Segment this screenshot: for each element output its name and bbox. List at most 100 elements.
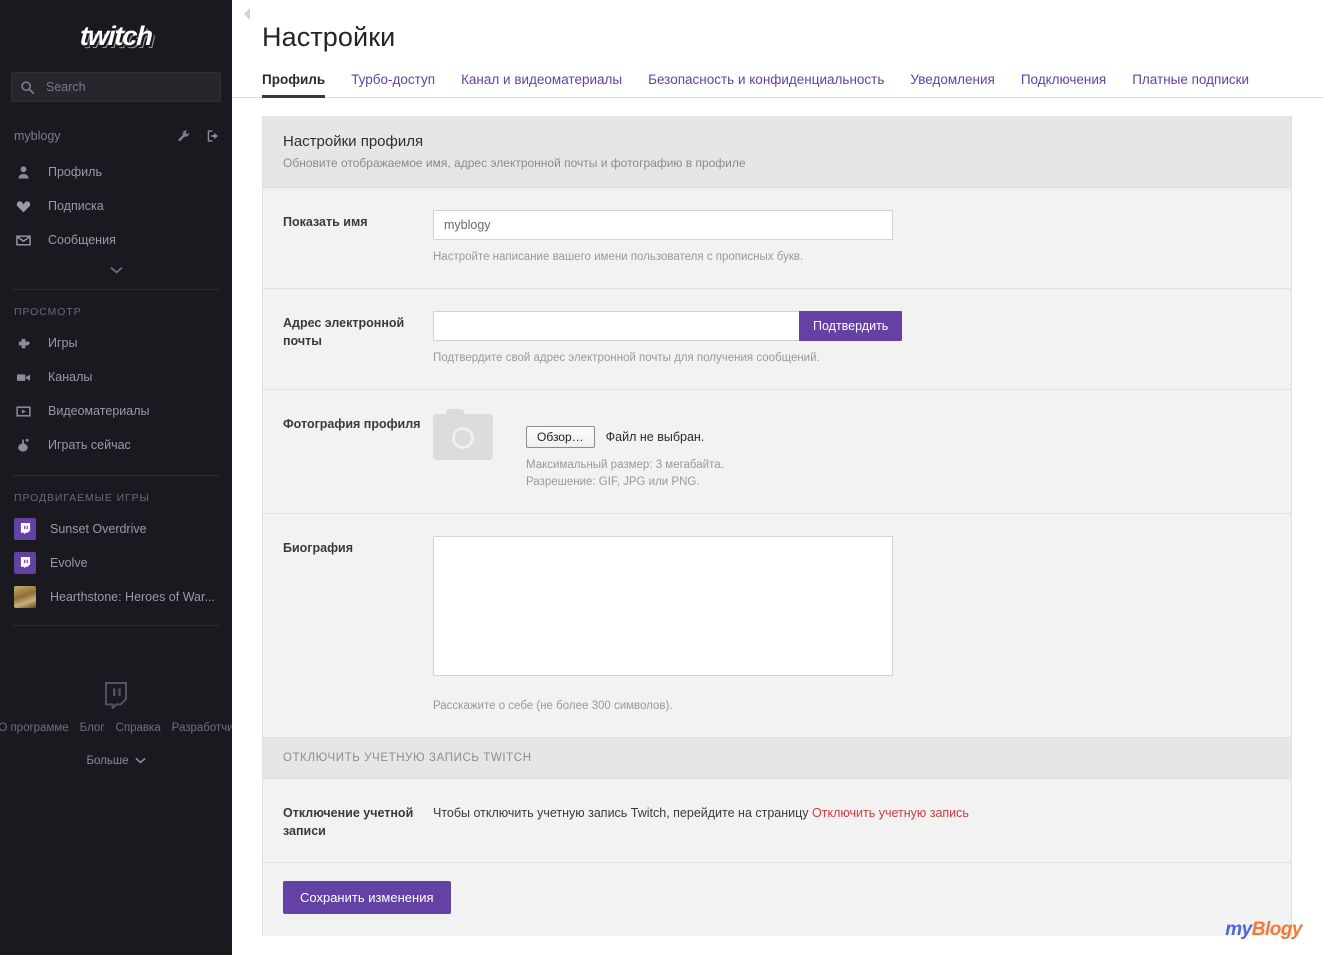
row-profile-photo: Фотография профиля Обзор… Файл не выбран… xyxy=(263,390,1291,514)
wrench-icon[interactable] xyxy=(177,129,191,143)
list-item[interactable]: Hearthstone: Heroes of War... xyxy=(0,580,232,614)
sidebar-item-label: Сообщения xyxy=(48,233,116,247)
tab-connections[interactable]: Подключения xyxy=(1021,72,1106,98)
collapse-left-arrow-icon[interactable] xyxy=(241,6,253,22)
game-label: Hearthstone: Heroes of War... xyxy=(50,590,215,604)
featured-games-list: Sunset Overdrive Evolve Hearthstone: Her… xyxy=(0,512,232,614)
tab-notifications[interactable]: Уведомления xyxy=(910,72,994,98)
display-name-input[interactable] xyxy=(433,210,893,240)
sidebar-item-label: Видеоматериалы xyxy=(48,404,150,418)
profile-photo-label: Фотография профиля xyxy=(283,417,421,431)
email-field[interactable] xyxy=(433,311,799,341)
list-item[interactable]: Sunset Overdrive xyxy=(0,512,232,546)
tab-profile[interactable]: Профиль xyxy=(262,72,326,98)
display-name-label: Показать имя xyxy=(283,215,368,229)
bio-label: Биография xyxy=(283,541,354,555)
sidebar-item-videos[interactable]: Видеоматериалы xyxy=(0,394,232,428)
settings-tabs: Профиль Турбо-доступ Канал и видеоматери… xyxy=(232,67,1324,98)
panel-subheading: Обновите отображаемое имя, адрес электро… xyxy=(283,156,746,170)
footer-link-developers[interactable]: Разработчи xyxy=(172,722,232,734)
browse-section-title: ПРОСМОТР xyxy=(14,306,82,318)
sidebar-item-channels[interactable]: Каналы xyxy=(0,360,232,394)
watermark-part2: Blogy xyxy=(1251,919,1303,940)
sidebar-item-profile[interactable]: Профиль xyxy=(0,155,232,189)
search-input[interactable] xyxy=(44,79,212,95)
bio-textarea[interactable] xyxy=(433,536,893,676)
sidebar-item-label: Каналы xyxy=(48,370,93,384)
confirm-email-button[interactable]: Подтвердить xyxy=(799,311,903,341)
search-icon xyxy=(20,80,35,95)
camera-placeholder-icon xyxy=(433,409,493,460)
camera-bump xyxy=(446,409,464,417)
footer-links: О программе Блог Справка Разработчи xyxy=(0,722,232,734)
envelope-icon xyxy=(14,231,32,249)
panel-header: Настройки профиля Обновите отображаемое … xyxy=(263,117,1291,188)
tab-security-and-privacy[interactable]: Безопасность и конфиденциальность xyxy=(648,72,884,98)
sidebar-item-label: Подписка xyxy=(48,199,104,213)
twitch-logo[interactable]: twitch xyxy=(0,0,232,72)
sidebar-item-messages[interactable]: Сообщения xyxy=(0,223,232,257)
footer-more-button[interactable]: Больше xyxy=(0,755,232,767)
main-content: Настройки Профиль Турбо-доступ Канал и в… xyxy=(232,0,1324,955)
email-hint: Подтвердите свой адрес электронной почты… xyxy=(433,352,820,364)
twitch-glitch-icon xyxy=(0,682,232,709)
tab-channel-and-videos[interactable]: Канал и видеоматериалы xyxy=(461,72,622,98)
disable-account-link[interactable]: Отключить учетную запись xyxy=(812,806,969,820)
sidebar-item-label: Профиль xyxy=(48,165,102,179)
sidebar-item-games[interactable]: Игры xyxy=(0,326,232,360)
list-item[interactable]: Evolve xyxy=(0,546,232,580)
app-root: twitch myblogy xyxy=(0,0,1324,955)
twitch-glitch-thumb xyxy=(14,518,36,540)
tab-paid-subscriptions[interactable]: Платные подписки xyxy=(1132,72,1249,98)
tab-turbo[interactable]: Турбо-доступ xyxy=(351,72,435,98)
logout-icon[interactable] xyxy=(206,129,220,143)
twitch-glitch-thumb xyxy=(14,552,36,574)
chevron-down-icon xyxy=(109,261,123,279)
watermark-part1: my xyxy=(1225,919,1252,940)
hearthstone-thumb xyxy=(14,586,36,608)
sidebar-item-play-now[interactable]: Играть сейчас xyxy=(0,428,232,462)
disable-account-text: Чтобы отключить учетную запись Twitch, п… xyxy=(433,801,993,823)
browse-nav: Игры Каналы Видеоматериалы Играть сейчас xyxy=(0,326,232,462)
sidebar-item-label: Играть сейчас xyxy=(48,438,131,452)
file-status-text: Файл не выбран. xyxy=(605,430,705,444)
disable-account-section-title: ОТКЛЮЧИТЬ УЧЕТНУЮ ЗАПИСЬ TWITCH xyxy=(263,738,1291,779)
joystick-icon xyxy=(14,436,32,454)
save-button[interactable]: Сохранить изменения xyxy=(283,881,451,914)
footer-link-blog[interactable]: Блог xyxy=(80,722,105,734)
panel-heading: Настройки профиля xyxy=(283,133,424,150)
profile-settings-panel: Настройки профиля Обновите отображаемое … xyxy=(262,116,1292,936)
sidebar-user-actions xyxy=(177,129,220,143)
photo-controls: Обзор… Файл не выбран. Максимальный разм… xyxy=(526,412,791,491)
disable-account-text-before: Чтобы отключить учетную запись Twitch, п… xyxy=(433,806,813,820)
row-bio: Биография Расскажите о себе (не более 30… xyxy=(263,514,1291,738)
game-label: Sunset Overdrive xyxy=(50,522,147,536)
search-box[interactable] xyxy=(11,72,221,102)
photo-area: Обзор… Файл не выбран. Максимальный разм… xyxy=(433,409,1271,491)
footer-link-help[interactable]: Справка xyxy=(116,722,161,734)
expand-account-nav-button[interactable] xyxy=(0,257,232,283)
bio-body: Расскажите о себе (не более 300 символов… xyxy=(433,536,1271,715)
sidebar-item-label: Игры xyxy=(48,336,78,350)
disable-account-body: Чтобы отключить учетную запись Twitch, п… xyxy=(433,801,1271,823)
featured-section-title: ПРОДВИГАЕМЫЕ ИГРЫ xyxy=(14,492,150,504)
myblogy-watermark: myBlogy xyxy=(1225,919,1302,941)
sidebar: twitch myblogy xyxy=(0,0,232,955)
sidebar-divider-3 xyxy=(12,625,220,626)
sidebar-footer: О программе Блог Справка Разработчи Боль… xyxy=(0,682,232,767)
page-title: Настройки xyxy=(262,22,396,52)
file-picker-row: Обзор… Файл не выбран. xyxy=(526,426,791,448)
row-disable-account: Отключение учетной записи Чтобы отключит… xyxy=(263,779,1291,863)
email-input-group: Подтвердить xyxy=(433,311,1271,341)
sidebar-username: myblogy xyxy=(14,129,61,143)
search-row xyxy=(0,72,232,102)
profile-photo-body: Обзор… Файл не выбран. Максимальный разм… xyxy=(433,409,1271,491)
browse-file-button[interactable]: Обзор… xyxy=(526,426,595,448)
email-label: Адрес электронной почты xyxy=(283,316,405,348)
camera-lens xyxy=(452,426,474,449)
account-nav: Профиль Подписка Сообщения xyxy=(0,155,232,283)
footer-link-about[interactable]: О программе xyxy=(0,722,69,734)
sidebar-item-subscription[interactable]: Подписка xyxy=(0,189,232,223)
display-name-body: Настройте написание вашего имени пользов… xyxy=(433,210,1271,266)
disable-account-label: Отключение учетной записи xyxy=(283,806,414,838)
